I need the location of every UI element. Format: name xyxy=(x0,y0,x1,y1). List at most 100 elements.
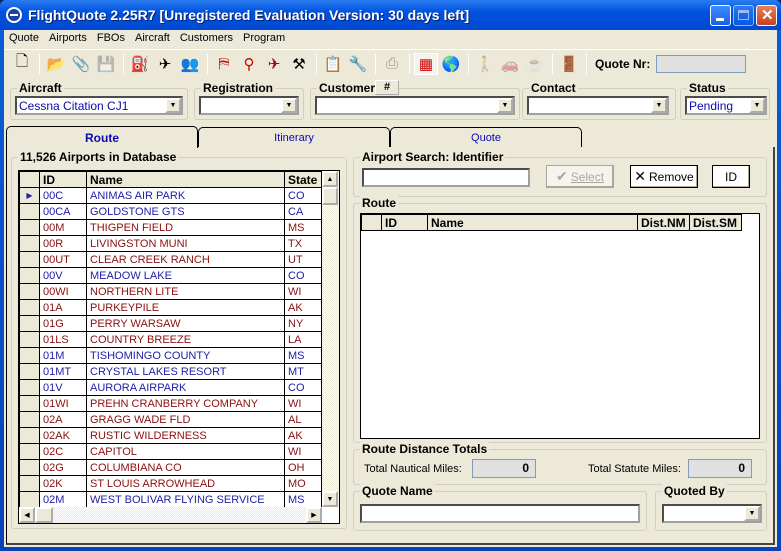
minimize-button[interactable] xyxy=(710,5,731,26)
chevron-down-icon[interactable]: ▼ xyxy=(744,506,760,521)
menu-customers[interactable]: Customers xyxy=(175,30,238,48)
column-header-name[interactable]: Name xyxy=(86,171,285,188)
us-map-icon[interactable]: ▦ xyxy=(414,52,438,75)
hscroll-thumb[interactable] xyxy=(35,507,53,523)
select-button[interactable]: ✔ Select xyxy=(546,165,614,188)
form-icon[interactable]: 📋 xyxy=(321,53,345,75)
table-row[interactable]: 01G PERRY WARSAW NY xyxy=(19,315,322,332)
row-selector[interactable] xyxy=(19,363,40,380)
table-row[interactable]: 02G COLUMBIANA CO OH xyxy=(19,459,322,476)
airport-icon[interactable]: ⛿ xyxy=(212,53,236,75)
customer-select[interactable]: ▼ xyxy=(315,96,515,115)
contact-select[interactable]: ▼ xyxy=(527,96,669,115)
exit-door-icon[interactable]: 🚪 xyxy=(557,53,581,75)
tab-itinerary[interactable]: Itinerary xyxy=(198,127,390,147)
row-selector[interactable] xyxy=(19,427,40,444)
table-row[interactable]: 01V AURORA AIRPARK CO xyxy=(19,379,322,396)
table-row[interactable]: 02A GRAGG WADE FLD AL xyxy=(19,411,322,428)
table-row[interactable]: 00CA GOLDSTONE GTS CA xyxy=(19,203,322,220)
tab-route[interactable]: Route xyxy=(6,126,198,148)
aircraft-icon[interactable]: ✈ xyxy=(153,53,177,75)
wrench-icon[interactable]: 🔧 xyxy=(346,53,370,75)
scroll-up-icon[interactable]: ▲ xyxy=(322,171,338,187)
table-row[interactable]: 00V MEADOW LAKE CO xyxy=(19,267,322,284)
table-row[interactable]: 01MT CRYSTAL LAKES RESORT MT xyxy=(19,363,322,380)
row-selector[interactable] xyxy=(19,283,40,300)
row-selector[interactable] xyxy=(19,491,40,508)
scroll-right-icon[interactable]: ▶ xyxy=(306,507,322,523)
table-row[interactable]: 02M WEST BOLIVAR FLYING SERVICE MS xyxy=(19,491,322,508)
chevron-down-icon[interactable]: ▼ xyxy=(651,98,667,113)
scroll-left-icon[interactable]: ◀ xyxy=(19,507,35,523)
globe-icon[interactable]: 🌎 xyxy=(439,53,463,75)
row-selector[interactable] xyxy=(19,459,40,476)
id-button[interactable]: ID xyxy=(712,165,750,188)
row-selector[interactable] xyxy=(19,251,40,268)
route-column-header-dist-nm[interactable]: Dist.NM xyxy=(637,214,690,231)
row-selector[interactable] xyxy=(19,235,40,252)
row-selector[interactable] xyxy=(19,379,40,396)
crew-icon[interactable]: 👥 xyxy=(178,53,202,75)
table-row[interactable]: 02C CAPITOL WI xyxy=(19,443,322,460)
maximize-button[interactable] xyxy=(733,5,754,26)
close-button[interactable]: ✕ xyxy=(756,5,777,26)
airports-horizontal-scrollbar[interactable]: ◀ ▶ xyxy=(19,507,322,523)
person-icon[interactable]: 🚶 xyxy=(473,53,497,75)
save-icon[interactable]: 💾 xyxy=(94,53,118,75)
table-row[interactable]: 00WI NORTHERN LITE WI xyxy=(19,283,322,300)
route-column-header-id[interactable]: ID xyxy=(381,214,428,231)
chevron-down-icon[interactable]: ▼ xyxy=(749,98,765,113)
chevron-down-icon[interactable]: ▼ xyxy=(281,98,297,113)
table-row[interactable]: ▶ 00C ANIMAS AIR PARK CO xyxy=(19,187,322,204)
menu-aircraft[interactable]: Aircraft xyxy=(130,30,175,48)
current-row-indicator-icon[interactable]: ▶ xyxy=(19,187,40,204)
print-icon[interactable]: ⎙ xyxy=(380,53,404,75)
aircraft-select[interactable]: Cessna Citation CJ1 ▼ xyxy=(15,96,183,115)
row-selector[interactable] xyxy=(19,475,40,492)
new-document-icon[interactable]: 🗋 xyxy=(10,53,34,75)
quoted-by-select[interactable]: ▼ xyxy=(662,504,762,523)
table-row[interactable]: 01LS COUNTRY BREEZE LA xyxy=(19,331,322,348)
fuel-nozzle-icon[interactable]: ⚲ xyxy=(237,53,261,75)
scroll-down-icon[interactable]: ▼ xyxy=(322,491,338,507)
row-selector[interactable] xyxy=(19,331,40,348)
table-row[interactable]: 02K ST LOUIS ARROWHEAD MO xyxy=(19,475,322,492)
row-selector[interactable] xyxy=(19,347,40,364)
table-row[interactable]: 01A PURKEYPILE AK xyxy=(19,299,322,316)
table-row[interactable]: 02AK RUSTIC WILDERNESS AK xyxy=(19,427,322,444)
tab-quote[interactable]: Quote xyxy=(390,127,582,147)
column-header-state[interactable]: State xyxy=(284,171,322,188)
chevron-down-icon[interactable]: ▼ xyxy=(497,98,513,113)
open-folder-icon[interactable]: 📂 xyxy=(44,53,68,75)
airports-vertical-scrollbar[interactable]: ▲ ▼ xyxy=(322,171,339,507)
attach-icon[interactable]: 📎 xyxy=(69,53,93,75)
row-selector[interactable] xyxy=(19,443,40,460)
app-icon[interactable] xyxy=(6,7,22,23)
route-column-header-dist-sm[interactable]: Dist.SM xyxy=(689,214,742,231)
table-row[interactable]: 00M THIGPEN FIELD MS xyxy=(19,219,322,236)
row-selector[interactable] xyxy=(19,411,40,428)
row-selector[interactable] xyxy=(19,267,40,284)
row-selector[interactable] xyxy=(19,395,40,412)
table-row[interactable]: 00UT CLEAR CREEK RANCH UT xyxy=(19,251,322,268)
menu-program[interactable]: Program xyxy=(238,30,290,48)
quote-name-input[interactable] xyxy=(360,504,640,523)
maintenance-icon[interactable]: ⚒ xyxy=(287,53,311,75)
customer-number-button[interactable]: # xyxy=(375,80,399,95)
title-bar[interactable]: FlightQuote 2.25R7 [Unregistered Evaluat… xyxy=(0,0,781,30)
vehicle-icon[interactable]: 🚗 xyxy=(498,53,522,75)
remove-button[interactable]: ✕ Remove xyxy=(630,165,698,188)
row-selector[interactable] xyxy=(19,299,40,316)
row-selector[interactable] xyxy=(19,203,40,220)
scroll-thumb[interactable] xyxy=(322,187,338,205)
chevron-down-icon[interactable]: ▼ xyxy=(165,98,181,113)
menu-quote[interactable]: Quote xyxy=(4,30,44,48)
table-row[interactable]: 01M TISHOMINGO COUNTY MS xyxy=(19,347,322,364)
row-selector[interactable] xyxy=(19,315,40,332)
table-row[interactable]: 00R LIVINGSTON MUNI TX xyxy=(19,235,322,252)
catering-icon[interactable]: ☕ xyxy=(523,53,547,75)
aircraft-red-icon[interactable]: ✈ xyxy=(262,53,286,75)
row-selector[interactable] xyxy=(19,219,40,236)
column-header-id[interactable]: ID xyxy=(39,171,87,188)
menu-fbos[interactable]: FBOs xyxy=(92,30,130,48)
